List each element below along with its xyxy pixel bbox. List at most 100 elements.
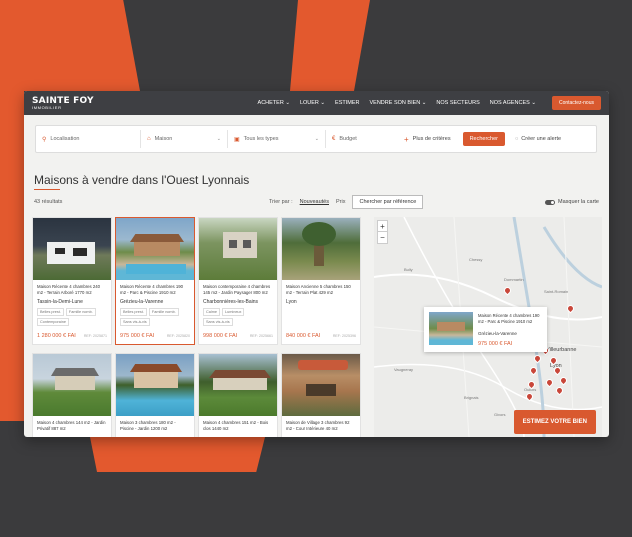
card-title: Maison de Village 3 chambres 92 m2 - Cou…: [286, 420, 350, 431]
search-bar: ⚲ Localisation ⌂ Maison ⌄ ▣ Tous les typ…: [35, 125, 597, 153]
card-title: Maison Récente 4 chambres 190 m2 - Parc …: [120, 284, 184, 295]
card-title: Maison Ancienne 5 chambres 150 m2 - Terr…: [286, 284, 351, 295]
tag: Calme: [203, 307, 220, 316]
card-price: 975 000 € FAI: [120, 333, 155, 339]
toggle-switch[interactable]: [545, 199, 556, 205]
property-card[interactable]: Maison 3 chambres 180 m2 - Piscine - Jar…: [115, 353, 195, 437]
house-icon: ⌂: [147, 136, 151, 142]
card-ref: REF: 2025871: [83, 334, 107, 338]
card-title: Maison 4 chambres 151 m2 - Bois clos 144…: [203, 420, 269, 431]
sort-price[interactable]: Prix: [336, 199, 345, 205]
tag: Sans vis-à-vis: [120, 317, 150, 326]
sort-newest[interactable]: Nouveautés: [300, 199, 329, 205]
property-photo: [199, 218, 277, 280]
property-card[interactable]: Maison contemporaine 4 chambres 145 m2 -…: [198, 217, 278, 345]
euro-icon: €: [332, 136, 336, 142]
card-title: Maison 4 chambres 144 m2 - Jardin Privat…: [37, 420, 106, 431]
more-criteria-button[interactable]: + Plus de critères: [396, 135, 459, 144]
card-title: Maison contemporaine 4 chambres 145 m2 -…: [203, 284, 271, 295]
nav-vendre[interactable]: VENDRE SON BIEN ⌄: [370, 100, 427, 106]
map-popup[interactable]: Maison Récente 4 chambres 190 m2 - Parc …: [424, 307, 547, 352]
location-pin-icon: ⚲: [42, 136, 47, 143]
nav-acheter[interactable]: ACHETER ⌄: [258, 100, 290, 106]
logo-sub-text: IMMOBILIER: [32, 104, 62, 110]
property-photo: [116, 354, 194, 416]
subtype-select[interactable]: ▣ Tous les types ⌄: [228, 130, 326, 148]
property-photo: [282, 354, 360, 416]
location-field[interactable]: ⚲ Localisation: [36, 130, 141, 148]
property-card[interactable]: Maison Récente 4 chambres 240 m2 - Terra…: [32, 217, 112, 345]
map-label: Villeurbanne: [546, 347, 577, 353]
tag: Sans vis-à-vis: [203, 317, 233, 326]
create-alert-button[interactable]: ◌ Créer une alerte: [515, 136, 561, 142]
map-label: Vaugneray: [394, 367, 414, 372]
decor-shape-bottom: [90, 437, 265, 472]
chevron-down-icon: ⌄: [216, 136, 221, 142]
map-label: Brignais: [464, 395, 479, 400]
main-nav: ACHETER ⌄ LOUER ⌄ ESTIMER VENDRE SON BIE…: [258, 100, 536, 106]
tag: Contemporaine: [37, 317, 69, 326]
property-photo: [199, 354, 277, 416]
property-card[interactable]: Maison de Village 3 chambres 92 m2 - Cou…: [281, 353, 361, 437]
nav-louer[interactable]: LOUER ⌄: [300, 100, 325, 106]
browser-window: SAINTE FOY IMMOBILIER ACHETER ⌄ LOUER ⌄ …: [24, 91, 609, 437]
property-photo: [33, 218, 111, 280]
nav-agences[interactable]: NOS AGENCES ⌄: [490, 100, 536, 106]
property-type-select[interactable]: ⌂ Maison ⌄: [141, 130, 228, 148]
property-card-selected[interactable]: Maison Récente 4 chambres 190 m2 - Parc …: [115, 217, 195, 345]
plus-icon: +: [404, 134, 409, 144]
sort-controls: Trier par : Nouveautés Prix Chercher par…: [269, 195, 424, 209]
property-photo: [282, 218, 360, 280]
property-card[interactable]: Maison 4 chambres 144 m2 - Jardin Privat…: [32, 353, 112, 437]
tag: Belles prest.: [37, 307, 64, 316]
popup-title: Maison Récente 4 chambres 190 m2 - Parc …: [478, 313, 540, 324]
zoom-in-button[interactable]: +: [378, 221, 387, 232]
map-label: Bully: [404, 267, 413, 272]
site-logo[interactable]: SAINTE FOY IMMOBILIER: [32, 96, 94, 110]
contact-button[interactable]: Contactez-nous: [551, 96, 601, 110]
card-title: Maison Récente 4 chambres 240 m2 - Terra…: [37, 284, 101, 295]
decor-shape-right: [290, 0, 370, 91]
nav-estimer[interactable]: ESTIMER: [335, 100, 359, 106]
card-location: Grézieu-la-Varenne: [120, 298, 164, 305]
decor-shape-top: [0, 0, 140, 91]
map-label: Givors: [494, 412, 506, 417]
card-location: Charbonnières-les-Bains: [203, 298, 259, 305]
search-by-reference-button[interactable]: Chercher par référence: [352, 195, 424, 209]
card-price: 1 280 000 € FAI: [37, 333, 76, 339]
card-price: 998 000 € FAI: [203, 333, 238, 339]
card-title: Maison 3 chambres 180 m2 - Piscine - Jar…: [120, 420, 176, 431]
map-label: Saint-Romain: [544, 289, 569, 294]
property-photo: [33, 354, 111, 416]
map-zoom-control: + −: [377, 220, 388, 244]
map-label: Dommartin: [504, 277, 524, 282]
map-label: Chessy: [469, 257, 483, 262]
popup-photo: [429, 312, 473, 345]
property-card[interactable]: Maison 4 chambres 151 m2 - Bois clos 144…: [198, 353, 278, 437]
page-title: Maisons à vendre dans l'Ouest Lyonnais: [34, 173, 250, 187]
tag: Famille nomb.: [148, 307, 179, 316]
tag: Lumineux: [221, 307, 245, 316]
property-card[interactable]: Maison Ancienne 5 chambres 150 m2 - Terr…: [281, 217, 361, 345]
tag: Belles prest.: [120, 307, 147, 316]
nav-secteurs[interactable]: NOS SECTEURS: [436, 100, 479, 106]
zoom-out-button[interactable]: −: [378, 232, 387, 243]
card-location: Lyon: [286, 298, 297, 305]
map-panel[interactable]: + − Bully Chessy Dommartin Villeurbanne …: [374, 217, 602, 437]
card-ref: REF: 2025820: [166, 334, 190, 338]
results-count: 43 résultats: [34, 199, 63, 205]
estimate-button[interactable]: ESTIMEZ VOTRE BIEN: [513, 410, 596, 434]
building-icon: ▣: [234, 136, 240, 143]
card-ref: REF: 2025396: [332, 334, 356, 338]
property-photo: [116, 218, 194, 280]
budget-field[interactable]: € Budget: [326, 130, 396, 148]
card-price: 840 000 € FAI: [286, 333, 321, 339]
popup-location: Grézieu-la-Varenne: [478, 331, 517, 336]
chevron-down-icon: ⌄: [314, 136, 319, 142]
search-button[interactable]: Rechercher: [462, 132, 506, 146]
card-tags: Belles prest. Famille nomb. Contemporain…: [33, 305, 111, 326]
map-toggle[interactable]: Masquer la carte: [545, 199, 599, 205]
sort-label: Trier par :: [269, 199, 293, 205]
decor-shape-left: [0, 91, 24, 421]
card-tags: Calme Lumineux Sans vis-à-vis: [199, 305, 277, 326]
